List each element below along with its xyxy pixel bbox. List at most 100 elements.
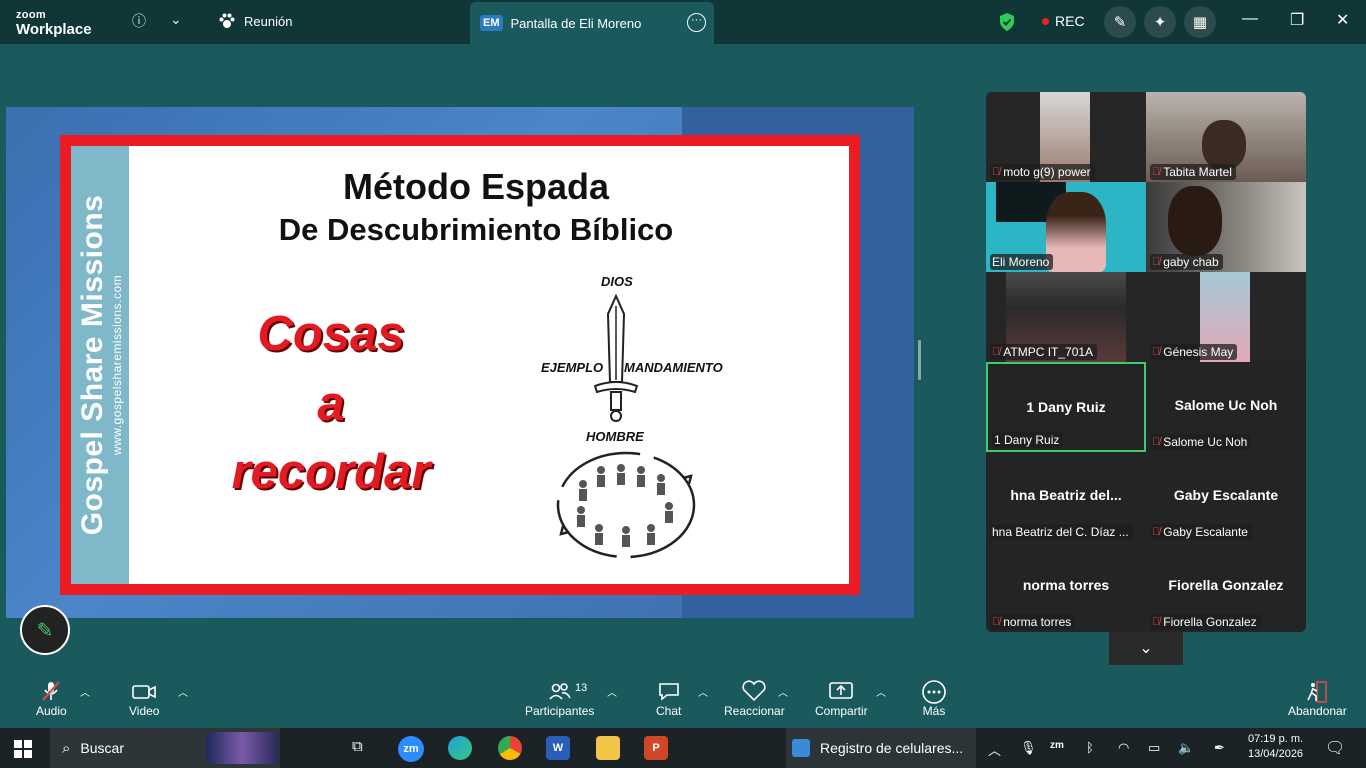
participant-tile[interactable]: 1 Dany Ruiz 1 Dany Ruiz — [986, 362, 1146, 452]
participant-display-name: Gaby Escalante — [1173, 487, 1279, 503]
gallery-next-page-button[interactable]: ⌄ — [1109, 632, 1183, 665]
audio-button[interactable]: Audio — [36, 680, 67, 718]
participant-name-tag: 🎙̸ Gaby Escalante — [1150, 524, 1252, 540]
participant-video — [1168, 186, 1222, 256]
recording-indicator[interactable]: REC — [1042, 13, 1085, 29]
maximize-button[interactable]: ❐ — [1290, 10, 1304, 30]
participants-options-caret[interactable]: ︿ — [607, 684, 617, 699]
mic-muted-icon: 🎙̸ — [992, 346, 1001, 358]
video-options-caret[interactable]: ︿ — [178, 684, 188, 699]
annotation-pen-button[interactable]: ✎ — [20, 605, 70, 655]
powerpoint-icon[interactable]: P — [644, 736, 668, 760]
mic-muted-icon: 🎙̸ — [1152, 166, 1161, 178]
participant-display-name: Fiorella Gonzalez — [1168, 577, 1284, 593]
task-view-icon[interactable]: ⧉ — [352, 738, 363, 755]
notifications-icon[interactable]: 🗨 — [1325, 738, 1345, 758]
more-button[interactable]: Más — [921, 680, 947, 718]
ai-companion-button[interactable]: ✦ — [1144, 6, 1176, 38]
video-button[interactable]: Video — [129, 680, 159, 718]
shield-icon[interactable] — [998, 12, 1016, 32]
chat-button[interactable]: Chat — [656, 680, 681, 718]
info-icon[interactable]: ⓘ — [132, 11, 146, 31]
sword-label-top: DIOS — [601, 274, 633, 289]
slide-title: Método Espada — [342, 166, 610, 207]
video-tile[interactable]: 🎙̸ Génesis May — [1146, 272, 1306, 362]
participant-display-name: norma torres — [1022, 577, 1110, 593]
react-options-caret[interactable]: ︿ — [778, 684, 788, 699]
participant-name: Tabita Martel — [1163, 165, 1232, 179]
windows-start-icon[interactable] — [14, 740, 32, 758]
participant-display-name: 1 Dany Ruiz — [1026, 399, 1106, 415]
video-tile[interactable]: 🎙̸ gaby chab — [1146, 182, 1306, 272]
share-screen-button[interactable]: Compartir — [815, 680, 868, 718]
zoom-tray-icon[interactable]: zm — [1050, 740, 1064, 751]
slide-subtitle: De Descubrimiento Bíblico — [278, 212, 674, 247]
participant-name-tag: 🎙̸ Génesis May — [1150, 344, 1238, 360]
minimize-button[interactable]: — — [1242, 10, 1258, 28]
participant-name-tag: 🎙̸ Salome Uc Noh — [1150, 434, 1252, 450]
participant-tile[interactable]: Salome Uc Noh 🎙̸ Salome Uc Noh — [1146, 362, 1306, 452]
taskbar-search[interactable]: ⌕ Buscar — [50, 728, 280, 768]
chat-options-caret[interactable]: ︿ — [698, 684, 708, 699]
leave-button[interactable]: Abandonar — [1288, 680, 1347, 718]
participant-tile[interactable]: Fiorella Gonzalez 🎙̸ Fiorella Gonzalez — [1146, 542, 1306, 632]
pen-menu-icon[interactable]: ✒ — [1214, 740, 1225, 756]
close-button[interactable]: ✕ — [1336, 10, 1349, 30]
meeting-toolbar: Audio ︿ Video ︿ Participantes 13 ︿ Chat … — [0, 670, 1366, 728]
view-layout-button[interactable]: ▦ — [1184, 6, 1216, 38]
taskbar-running-app[interactable]: Registro de celulares... — [786, 728, 976, 768]
tab-meeting[interactable]: Reunión — [218, 13, 292, 29]
react-button[interactable]: Reaccionar — [724, 680, 785, 718]
chevron-down-icon[interactable]: ⌄ — [170, 11, 182, 28]
battery-icon[interactable]: ▭ — [1148, 740, 1160, 756]
tab-meeting-label: Reunión — [244, 13, 293, 29]
video-tile[interactable]: Eli Moreno — [986, 182, 1146, 272]
paw-icon — [219, 13, 235, 28]
show-hidden-icons-icon[interactable]: ︿ — [988, 740, 1001, 759]
audio-options-caret[interactable]: ︿ — [80, 684, 90, 699]
file-explorer-icon[interactable] — [596, 736, 620, 760]
slide-side-band: Gospel Share Missions www.gospelsharemis… — [71, 146, 129, 584]
participants-label: Participantes — [525, 704, 595, 718]
participant-name: moto g(9) power — [1003, 165, 1091, 179]
title-bar: zoom Workplace ⓘ ⌄ Reunión EM Pantalla d… — [0, 0, 1366, 44]
slide-red-text-line: Cosas — [257, 307, 405, 361]
participant-name-tag: 🎙̸ Tabita Martel — [1150, 164, 1236, 180]
more-options-icon[interactable]: ··· — [687, 13, 706, 32]
participant-name: Génesis May — [1163, 345, 1234, 359]
edge-icon[interactable] — [448, 736, 472, 760]
participant-name: gaby chab — [1163, 255, 1219, 269]
participant-tile[interactable]: hna Beatriz del... hna Beatriz del C. Dí… — [986, 452, 1146, 542]
pencil-icon: ✎ — [1113, 14, 1127, 31]
volume-icon[interactable]: 🔈 — [1178, 740, 1194, 756]
wifi-icon[interactable]: ◠ — [1118, 740, 1129, 756]
video-tile[interactable]: 🎙̸ moto g(9) power — [986, 92, 1146, 182]
mic-muted-icon: 🎙̸ — [1152, 526, 1161, 538]
share-options-caret[interactable]: ︿ — [876, 684, 886, 699]
video-tile[interactable]: 🎙̸ Tabita Martel — [1146, 92, 1306, 182]
panel-resize-handle[interactable] — [918, 340, 921, 380]
search-highlight-image — [206, 732, 278, 764]
leave-label: Abandonar — [1288, 704, 1347, 718]
tab-screen-share[interactable]: EM Pantalla de Eli Moreno ··· — [470, 2, 714, 44]
word-icon[interactable]: W — [546, 736, 570, 760]
participant-name-tag: 1 Dany Ruiz — [992, 432, 1064, 448]
annotate-button[interactable]: ✎ — [1104, 6, 1136, 38]
slide-vertical-brand: Gospel Share Missions www.gospelsharemis… — [76, 195, 124, 536]
video-tile[interactable]: 🎙̸ ATMPC IT_701A — [986, 272, 1146, 362]
zoom-taskbar-icon[interactable]: zm — [398, 736, 424, 762]
heart-icon — [724, 680, 785, 704]
chrome-icon[interactable] — [498, 736, 522, 760]
taskbar-clock[interactable]: 07:19 p. m. 13/04/2026 — [1248, 732, 1303, 762]
participant-video — [1046, 192, 1106, 272]
microphone-icon[interactable]: 🎙 — [1020, 740, 1037, 756]
participant-name: Fiorella Gonzalez — [1163, 615, 1257, 629]
participant-tile[interactable]: norma torres 🎙̸ norma torres — [986, 542, 1146, 632]
participant-gallery: 🎙̸ moto g(9) power 🎙̸ Tabita Martel Eli Mo… — [986, 92, 1306, 632]
mic-muted-icon: 🎙̸ — [992, 616, 1001, 628]
participant-name: 1 Dany Ruiz — [994, 433, 1060, 447]
rec-label: REC — [1055, 13, 1085, 29]
participant-tile[interactable]: Gaby Escalante 🎙̸ Gaby Escalante — [1146, 452, 1306, 542]
mic-muted-icon: 🎙̸ — [1152, 616, 1161, 628]
bluetooth-icon[interactable]: ᛒ — [1086, 740, 1094, 755]
